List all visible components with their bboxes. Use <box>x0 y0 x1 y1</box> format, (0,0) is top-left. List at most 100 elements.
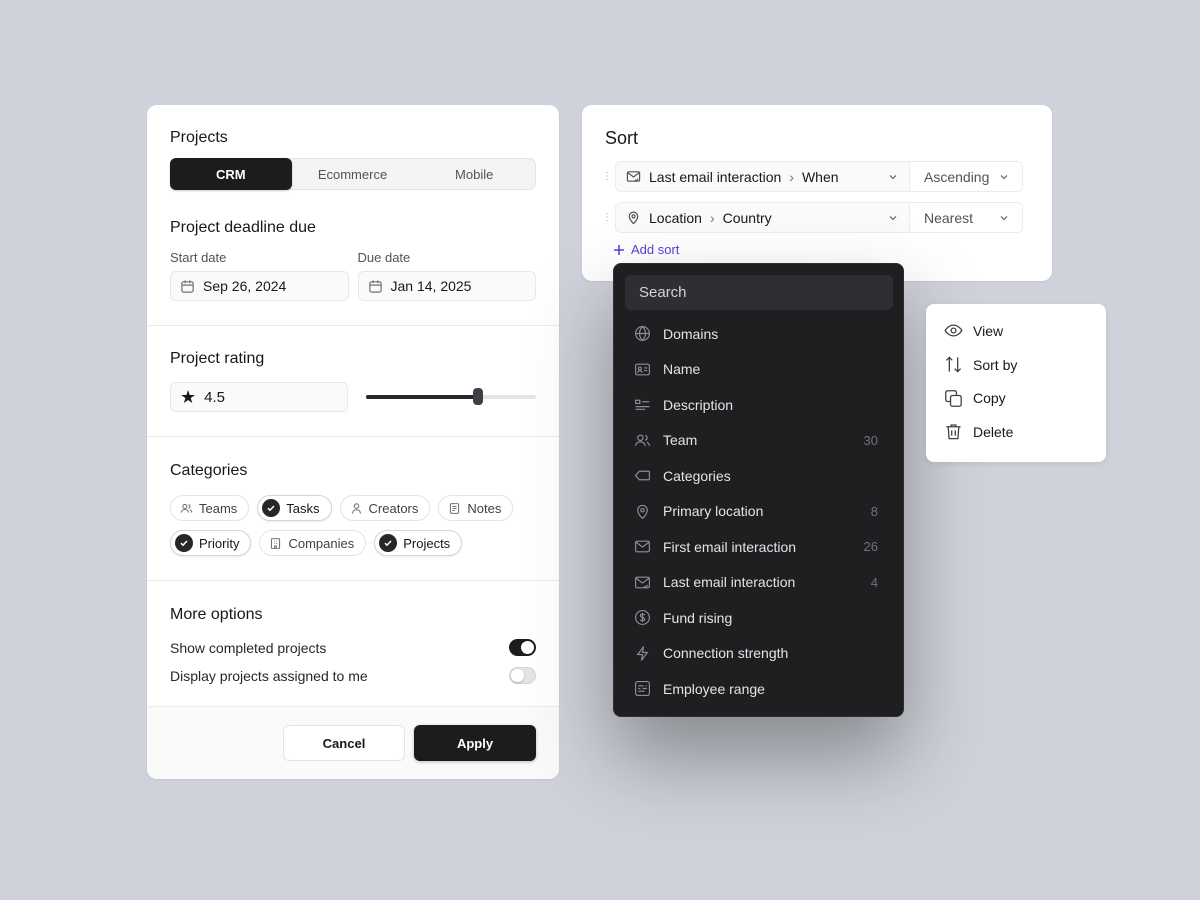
menu-item-name[interactable]: Name <box>614 352 903 388</box>
start-date-label: Start date <box>170 250 227 265</box>
sort-direction-select[interactable]: Nearest <box>910 202 1023 233</box>
mail-check-icon <box>635 576 650 589</box>
menu-item-domains[interactable]: Domains <box>614 316 903 352</box>
tag-icon <box>634 470 650 481</box>
chip-creators[interactable]: Creators <box>339 495 431 521</box>
plus-icon <box>614 244 624 255</box>
menu-item-first-email[interactable]: First email interaction 26 <box>614 529 903 565</box>
note-icon <box>450 502 460 514</box>
due-date-label: Due date <box>357 250 411 265</box>
sort-row: ⋮⋮ Last email interaction › When Ascendi… <box>602 161 1023 192</box>
menu-item-fund-rising[interactable]: Fund rising <box>614 600 903 636</box>
chevron-right-icon: › <box>789 168 794 185</box>
chevron-right-icon: › <box>709 209 715 226</box>
tab-ecommerce[interactable]: Ecommerce <box>292 159 414 189</box>
menu-item-employee-range[interactable]: Employee range <box>614 671 903 707</box>
cancel-button[interactable]: Cancel <box>283 725 405 761</box>
field-dropdown-menu: Search Domains Name Description Team 30 C… <box>613 263 904 717</box>
context-item-sort-by[interactable]: Sort by <box>926 348 1106 382</box>
mail-icon <box>626 171 641 182</box>
sort-field-select[interactable]: Last email interaction › When <box>615 161 910 192</box>
menu-item-primary-location[interactable]: Primary location 8 <box>614 494 903 530</box>
chevron-down-icon <box>1000 215 1008 220</box>
star-icon: ★ <box>180 387 197 407</box>
option-assigned-to-me: Display projects assigned to me <box>170 667 536 684</box>
deadline-title: Project deadline due <box>170 219 316 236</box>
context-menu: View Sort by Copy Delete <box>926 304 1106 462</box>
pin-icon <box>628 211 639 225</box>
drag-handle-icon[interactable]: ⋮⋮ <box>602 172 623 182</box>
building-icon <box>271 537 281 549</box>
mail-icon <box>635 540 650 553</box>
rating-field[interactable]: ★ 4.5 <box>170 382 348 412</box>
check-icon <box>262 499 281 517</box>
menu-search-input[interactable]: Search <box>625 275 893 310</box>
rating-title: Project rating <box>170 350 265 367</box>
categories-title: Categories <box>170 462 248 479</box>
sort-icon <box>945 356 962 373</box>
menu-list: Domains Name Description Team 30 Categori… <box>614 316 903 707</box>
start-date-value: Sep 26, 2024 <box>203 278 287 294</box>
project-tabs: CRM Ecommerce Mobile <box>170 158 536 190</box>
toggle-show-completed[interactable] <box>509 639 536 656</box>
tab-mobile[interactable]: Mobile <box>413 159 535 189</box>
slider-fill <box>366 395 479 399</box>
tab-crm[interactable]: CRM <box>170 158 292 190</box>
chip-priority[interactable]: Priority <box>170 530 252 556</box>
check-icon <box>175 534 193 552</box>
category-chips: Teams Tasks Creators Notes Priority Comp… <box>170 495 536 556</box>
globe-icon <box>635 326 650 342</box>
rating-slider[interactable] <box>366 388 536 405</box>
add-sort-button[interactable]: Add sort <box>613 242 679 257</box>
menu-item-description[interactable]: Description <box>614 387 903 423</box>
sort-card: Sort ⋮⋮ Last email interaction › When As… <box>582 105 1052 281</box>
chip-companies[interactable]: Companies <box>259 530 367 556</box>
due-date-value: Jan 14, 2025 <box>390 278 472 294</box>
toggle-assigned-to-me[interactable] <box>509 667 536 684</box>
context-item-delete[interactable]: Delete <box>926 415 1106 449</box>
context-item-view[interactable]: View <box>926 314 1106 348</box>
sort-title: Sort <box>605 128 639 148</box>
rating-value: 4.5 <box>204 388 225 406</box>
sort-row: ⋮⋮ Location › Country Nearest <box>602 202 1023 233</box>
more-options-title: More options <box>170 606 263 623</box>
menu-item-connection-strength[interactable]: Connection strength <box>614 636 903 672</box>
context-item-copy[interactable]: Copy <box>926 381 1106 415</box>
menu-item-categories[interactable]: Categories <box>614 458 903 494</box>
drag-handle-icon[interactable]: ⋮⋮ <box>602 213 623 223</box>
option-show-completed: Show completed projects <box>170 639 536 656</box>
id-card-icon <box>635 363 650 376</box>
chip-notes[interactable]: Notes <box>438 495 514 521</box>
dollar-icon <box>635 610 650 626</box>
chip-projects[interactable]: Projects <box>374 530 463 556</box>
chip-teams[interactable]: Teams <box>170 495 250 521</box>
slider-thumb[interactable] <box>473 388 484 405</box>
range-icon <box>635 681 650 697</box>
chevron-down-icon <box>889 174 897 179</box>
sort-direction-select[interactable]: Ascending <box>910 161 1023 192</box>
trash-icon <box>946 424 961 440</box>
menu-item-last-email[interactable]: Last email interaction 4 <box>614 565 903 601</box>
description-icon <box>635 399 650 411</box>
user-icon <box>351 502 361 513</box>
eye-icon <box>944 324 963 337</box>
sort-field-select[interactable]: Location › Country <box>615 202 910 233</box>
chevron-down-icon <box>1000 174 1008 179</box>
users-icon <box>635 434 651 446</box>
users-icon <box>180 503 193 513</box>
filters-panel: Projects CRM Ecommerce Mobile Project de… <box>147 105 559 779</box>
calendar-icon <box>181 279 194 293</box>
copy-icon <box>945 389 962 407</box>
due-date-field[interactable]: Jan 14, 2025 <box>357 271 536 301</box>
chevron-down-icon <box>889 215 897 220</box>
start-date-field[interactable]: Sep 26, 2024 <box>170 271 349 301</box>
chip-tasks[interactable]: Tasks <box>257 495 332 521</box>
menu-item-team[interactable]: Team 30 <box>614 423 903 459</box>
bolt-icon <box>636 645 649 661</box>
calendar-icon <box>368 279 382 293</box>
projects-title: Projects <box>170 129 228 146</box>
panel-footer: Cancel Apply <box>147 706 559 779</box>
check-icon <box>379 534 398 552</box>
apply-button[interactable]: Apply <box>414 725 536 761</box>
pin-icon <box>637 504 648 519</box>
